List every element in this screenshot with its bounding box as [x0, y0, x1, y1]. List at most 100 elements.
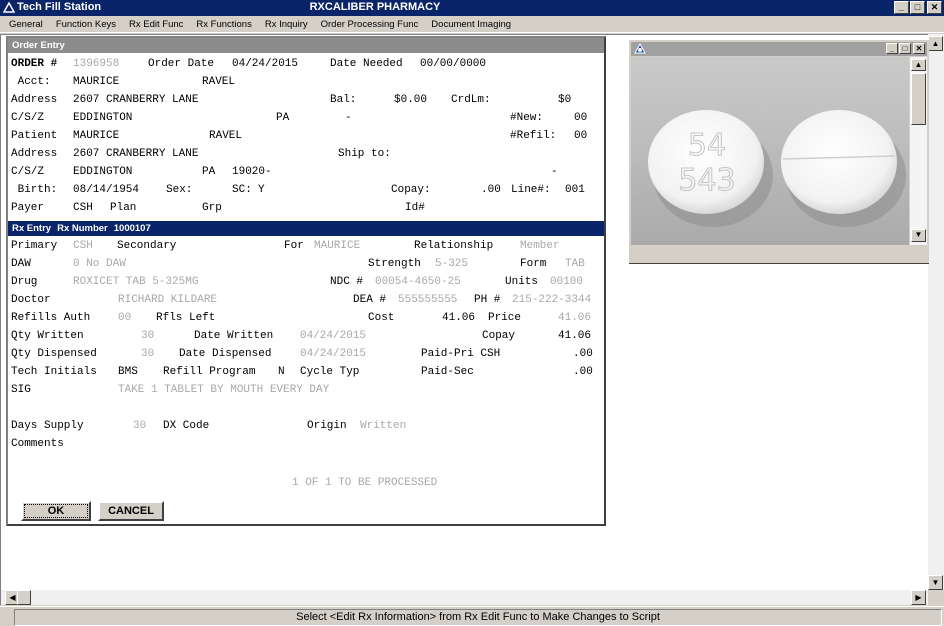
ndc-value[interactable]: 00054-4650-25 — [375, 276, 461, 289]
tech-initials-label: Tech Initials — [11, 366, 97, 378]
units-value[interactable]: 00100 — [550, 276, 583, 289]
rx-copay-label: Copay — [482, 330, 516, 342]
cost-value: 41.06 — [442, 312, 476, 324]
ok-button[interactable]: OK — [21, 501, 91, 521]
comments-label: Comments — [11, 438, 64, 450]
relationship-value[interactable]: Member — [520, 240, 560, 253]
date-dispensed-label: Date Dispensed — [179, 348, 272, 360]
menu-function-keys[interactable]: Function Keys — [50, 19, 123, 30]
birth-value[interactable]: 08/14/1954 — [73, 184, 139, 197]
minimize-icon: _ — [889, 44, 895, 53]
scroll-right-button[interactable]: ▶ — [911, 590, 926, 605]
title-bar: Tech Fill Station RXCALIBER PHARMACY _ □… — [0, 0, 944, 16]
days-supply-label: Days Supply — [11, 420, 84, 432]
patient-last-name[interactable]: RAVEL — [209, 130, 242, 143]
patient-zip-value[interactable]: 19020- — [232, 166, 272, 179]
acct-state-value[interactable]: PA — [276, 112, 289, 125]
image-minimize-button[interactable]: _ — [886, 43, 898, 54]
menu-rx-functions[interactable]: Rx Functions — [190, 19, 258, 30]
acct-zip-value[interactable]: - — [345, 112, 352, 125]
payer-value[interactable]: CSH — [73, 202, 93, 215]
scroll-up-button[interactable]: ▲ — [928, 36, 943, 51]
relationship-label: Relationship — [414, 240, 494, 252]
order-date-value[interactable]: 04/24/2015 — [232, 58, 298, 71]
form-value[interactable]: TAB — [565, 258, 585, 271]
acct-address-label: Address — [11, 94, 58, 106]
balance-value: $0.00 — [394, 94, 428, 106]
qty-written-value[interactable]: 30 — [141, 330, 154, 343]
image-close-button[interactable]: ✕ — [913, 43, 925, 54]
image-maximize-button[interactable]: □ — [899, 43, 911, 54]
arrow-up-icon: ▲ — [931, 39, 940, 48]
phone-value[interactable]: 215-222-3344 — [512, 294, 591, 307]
patient-city-value[interactable]: EDDINGTON — [73, 166, 132, 179]
doctor-value[interactable]: RICHARD KILDARE — [118, 294, 217, 307]
patient-csz-label: C/S/Z — [11, 166, 45, 178]
arrow-down-icon: ▼ — [931, 578, 940, 587]
image-scroll-up-button[interactable]: ▲ — [911, 59, 926, 71]
patient-first-name[interactable]: MAURICE — [73, 130, 119, 143]
order-entry-panel: Order Entry ORDER # 1396958 Order Date 0… — [6, 36, 606, 526]
menu-general[interactable]: General — [3, 19, 50, 30]
days-supply-value[interactable]: 30 — [133, 420, 146, 433]
acct-city-value[interactable]: EDDINGTON — [73, 112, 132, 125]
dea-value[interactable]: 555555555 — [398, 294, 457, 307]
patient-state-value[interactable]: PA — [202, 166, 215, 179]
acct-last-name[interactable]: RAVEL — [202, 76, 235, 89]
drug-value[interactable]: ROXICET TAB 5-325MG — [73, 276, 198, 289]
image-scroll-down-button[interactable]: ▼ — [911, 229, 926, 242]
main-horizontal-scrollbar[interactable]: ◀ ▶ — [1, 590, 928, 605]
order-number-label: ORDER # — [11, 58, 58, 70]
minimize-button[interactable]: _ — [894, 1, 909, 14]
order-number-value[interactable]: 1396958 — [73, 58, 119, 71]
ship-to-label: Ship to: — [338, 148, 391, 160]
patient-address-value[interactable]: 2607 CRANBERRY LANE — [73, 148, 198, 161]
date-written-value[interactable]: 04/24/2015 — [300, 330, 366, 343]
group-label: Grp — [202, 202, 222, 214]
pill-right — [781, 110, 897, 214]
app-logo-icon — [634, 43, 646, 54]
ship-to-zip-value[interactable]: - — [551, 166, 558, 179]
acct-address-value[interactable]: 2607 CRANBERRY LANE — [73, 94, 198, 107]
image-scroll-thumb[interactable] — [911, 73, 926, 125]
tech-initials-value[interactable]: BMS — [118, 366, 138, 379]
date-dispensed-value[interactable]: 04/24/2015 — [300, 348, 366, 361]
close-button[interactable]: ✕ — [927, 1, 942, 14]
maximize-button[interactable]: □ — [910, 1, 925, 14]
refill-program-value[interactable]: N — [278, 366, 285, 379]
cancel-button[interactable]: CANCEL — [98, 501, 164, 521]
image-vertical-scrollbar[interactable]: ▲ ▼ — [910, 57, 927, 245]
menu-rx-inquiry[interactable]: Rx Inquiry — [259, 19, 315, 30]
strength-value[interactable]: 5-325 — [435, 258, 468, 271]
doctor-label: Doctor — [11, 294, 51, 306]
sig-value[interactable]: TAKE 1 TABLET BY MOUTH EVERY DAY — [118, 384, 329, 397]
qty-dispensed-value[interactable]: 30 — [141, 348, 154, 361]
origin-value[interactable]: Written — [360, 420, 406, 433]
acct-first-name[interactable]: MAURICE — [73, 76, 119, 89]
horizontal-scroll-thumb[interactable] — [17, 590, 31, 605]
dx-code-label: DX Code — [163, 420, 210, 432]
paid-primary-value: .00 — [573, 348, 593, 360]
refills-auth-value[interactable]: 00 — [118, 312, 131, 325]
order-copay-label: Copay: — [391, 184, 431, 196]
menu-document-imaging[interactable]: Document Imaging — [425, 19, 518, 30]
for-value[interactable]: MAURICE — [314, 240, 360, 253]
primary-value[interactable]: CSH — [73, 240, 93, 253]
rx-number-label: Rx Number — [57, 223, 108, 234]
plan-label: Plan — [110, 202, 137, 214]
balance-label: Bal: — [330, 94, 357, 106]
date-needed-value[interactable]: 00/00/0000 — [420, 58, 486, 71]
refills-left-label: Rfls Left — [156, 312, 216, 324]
size-grip[interactable] — [928, 590, 944, 605]
pill-imprint-line2: 543 — [678, 163, 735, 198]
arrow-left-icon: ◀ — [9, 593, 16, 602]
menu-rx-edit-func[interactable]: Rx Edit Func — [123, 19, 190, 30]
scroll-down-button[interactable]: ▼ — [928, 575, 943, 590]
units-label: Units — [505, 276, 539, 288]
daw-value[interactable]: 0 No DAW — [73, 258, 126, 271]
price-label: Price — [488, 312, 522, 324]
price-value[interactable]: 41.06 — [558, 312, 591, 325]
maximize-icon: □ — [902, 44, 908, 53]
menu-order-processing-func[interactable]: Order Processing Func — [315, 19, 426, 30]
main-vertical-scrollbar[interactable]: ▲ ▼ — [928, 34, 944, 591]
